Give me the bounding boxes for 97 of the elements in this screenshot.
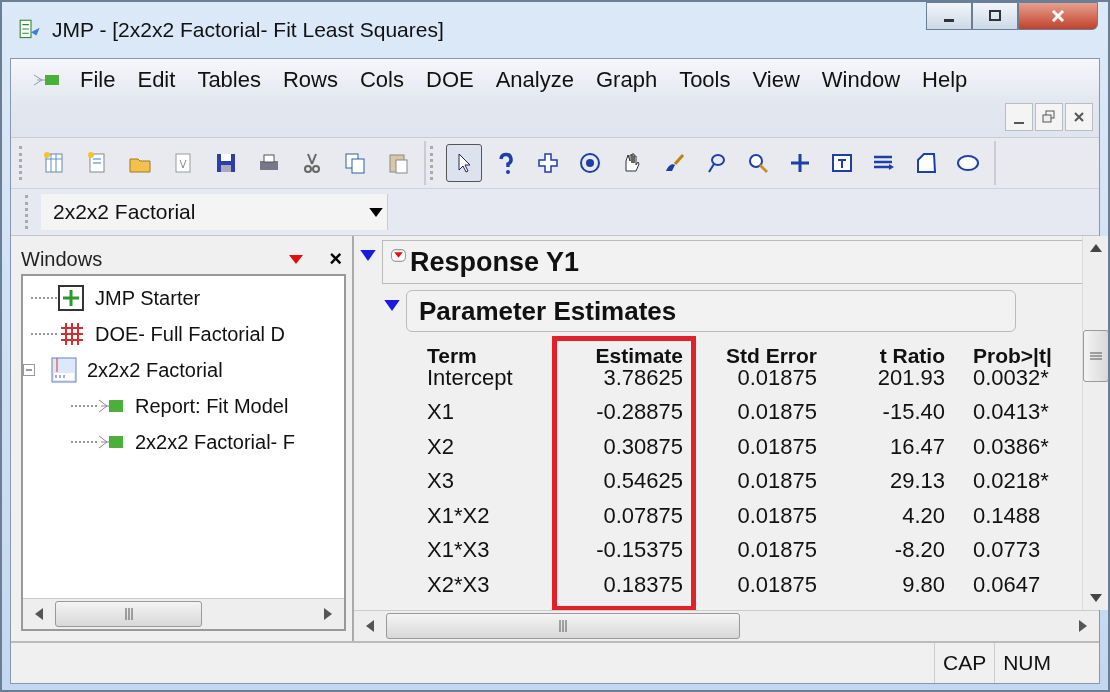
table-cell-text: X1*X2 xyxy=(427,501,490,530)
table-cell-text: -0.15375 xyxy=(596,536,683,564)
table-cell-text: 0.01875 xyxy=(737,432,817,461)
table-dropdown[interactable]: 2x2x2 Factorial xyxy=(41,194,388,230)
table-cell: Intercept xyxy=(427,367,513,389)
table-cell-text: 16.47 xyxy=(889,432,945,461)
caret-icon xyxy=(369,207,383,217)
restore-icon xyxy=(1042,110,1056,124)
table-cell-text: 0.0386* xyxy=(973,432,1049,461)
grip-icon xyxy=(1090,351,1102,361)
minimize-icon xyxy=(1014,122,1024,124)
minimize-icon xyxy=(944,18,954,22)
column-header: Estimate xyxy=(595,345,683,367)
table-cell: 0.01875 xyxy=(737,367,817,389)
table-cell-text: X1 xyxy=(427,398,454,426)
table-cell-text: X1*X3 xyxy=(427,536,490,564)
disclosure-icon[interactable] xyxy=(360,250,376,261)
table-cell-text: -8.20 xyxy=(894,536,945,564)
minimize-button[interactable] xyxy=(926,2,972,30)
tree-item[interactable]: Report: Fit Model xyxy=(135,394,289,418)
table-cell: 0.0032* xyxy=(973,367,1049,389)
menu-item[interactable]: Tools xyxy=(668,67,742,93)
menu-item[interactable]: Cols xyxy=(349,67,415,93)
panel-title: Windows xyxy=(21,247,103,271)
table-cell: 3.78625 xyxy=(603,367,683,389)
left-arrow-icon[interactable] xyxy=(35,608,43,620)
status-indicator: NUM xyxy=(994,643,1059,683)
menu-item[interactable]: File xyxy=(69,67,127,93)
table-cell-text: 0.01875 xyxy=(737,501,817,530)
up-arrow-icon[interactable] xyxy=(1090,244,1102,252)
close-button[interactable] xyxy=(1018,2,1098,30)
arrow-pointer-icon[interactable] xyxy=(446,144,482,182)
status-indicator: CAP xyxy=(934,643,995,683)
menu-item[interactable]: Graph xyxy=(584,67,669,93)
dropdown-arrow-icon[interactable] xyxy=(289,254,304,264)
left-arrow-icon[interactable] xyxy=(366,620,374,632)
data-table-icon xyxy=(49,356,79,384)
horizontal-scrollbar[interactable] xyxy=(354,610,1099,641)
table-cell-text: 0.01875 xyxy=(737,467,817,495)
table-cell-text: 0.18375 xyxy=(603,570,683,599)
tree-item[interactable]: 2x2x2 Factorial- F xyxy=(135,430,296,454)
window-title: JMP - [2x2x2 Factorial- Fit Least Squares] xyxy=(52,18,444,42)
collapse-toggle[interactable] xyxy=(23,364,35,376)
table-cell-text: X2 xyxy=(427,432,454,461)
menu-item[interactable]: Rows xyxy=(271,67,349,93)
tree-item[interactable]: 2x2x2 Factorial xyxy=(87,358,223,382)
horizontal-scrollbar[interactable] xyxy=(23,598,344,629)
close-button[interactable] xyxy=(1065,103,1093,131)
minimize-button[interactable] xyxy=(1005,103,1033,131)
table-cell-text: 29.13 xyxy=(889,467,945,495)
table-cell-text: 0.07875 xyxy=(603,501,683,530)
disclosure-icon[interactable] xyxy=(384,300,400,311)
menu-item[interactable]: Window xyxy=(810,67,912,93)
table-cell-text: 0.01875 xyxy=(737,536,817,564)
menu-item[interactable]: View xyxy=(741,67,811,93)
scroll-thumb[interactable] xyxy=(55,601,202,627)
table-cell-text: 0.54625 xyxy=(603,467,683,495)
table-cell-text: -15.40 xyxy=(882,398,945,426)
menu-item[interactable]: DOE xyxy=(415,67,485,93)
table-cell-text: X2*X3 xyxy=(427,570,490,599)
table-cell-text: 4.20 xyxy=(902,501,945,530)
down-arrow-icon[interactable] xyxy=(1090,594,1102,602)
close-button[interactable]: × xyxy=(325,246,346,272)
table-cell-text: 0.1488 xyxy=(973,501,1041,530)
table-cell-text: 0.01875 xyxy=(737,570,817,599)
scroll-thumb[interactable] xyxy=(1083,330,1108,382)
menu-item[interactable]: Edit xyxy=(126,67,187,93)
table-cell-text: 0.0218* xyxy=(973,467,1049,495)
column-header: Term xyxy=(427,345,477,367)
grip-icon xyxy=(558,620,568,632)
menu-item[interactable]: Help xyxy=(911,67,979,93)
tree-item[interactable]: JMP Starter xyxy=(95,286,201,310)
maximize-button[interactable] xyxy=(972,2,1018,30)
table-cell-text: 0.0647 xyxy=(973,570,1041,599)
menu-item[interactable]: Analyze xyxy=(484,67,585,93)
right-arrow-icon[interactable] xyxy=(1079,620,1087,632)
right-arrow-icon[interactable] xyxy=(324,608,332,620)
vertical-scrollbar[interactable] xyxy=(1082,236,1108,610)
column-header: Prob>|t| xyxy=(973,345,1052,367)
table-cell-text: -0.28875 xyxy=(596,398,683,426)
menu-item[interactable]: Tables xyxy=(186,67,272,93)
table-cell-text: 0.30875 xyxy=(603,432,683,461)
table-cell-text: 0.0773 xyxy=(973,536,1041,564)
tree-item[interactable]: DOE- Full Factorial D xyxy=(95,322,286,346)
table-cell-text: 0.0413* xyxy=(973,398,1049,426)
table-cell-text: 0.01875 xyxy=(737,398,817,426)
section-title: Parameter Estimates xyxy=(419,295,677,327)
starter-icon xyxy=(57,284,87,312)
grip-icon xyxy=(123,608,134,620)
column-header: t Ratio xyxy=(879,345,945,367)
report-title: Response Y1 xyxy=(410,246,580,278)
table-cell-text: X3 xyxy=(427,467,454,495)
column-header: Std Error xyxy=(726,345,817,367)
scroll-thumb[interactable] xyxy=(386,613,740,639)
table-cell-text: 9.80 xyxy=(902,570,945,599)
table-cell: 201.93 xyxy=(877,367,945,389)
close-icon xyxy=(1072,110,1086,124)
